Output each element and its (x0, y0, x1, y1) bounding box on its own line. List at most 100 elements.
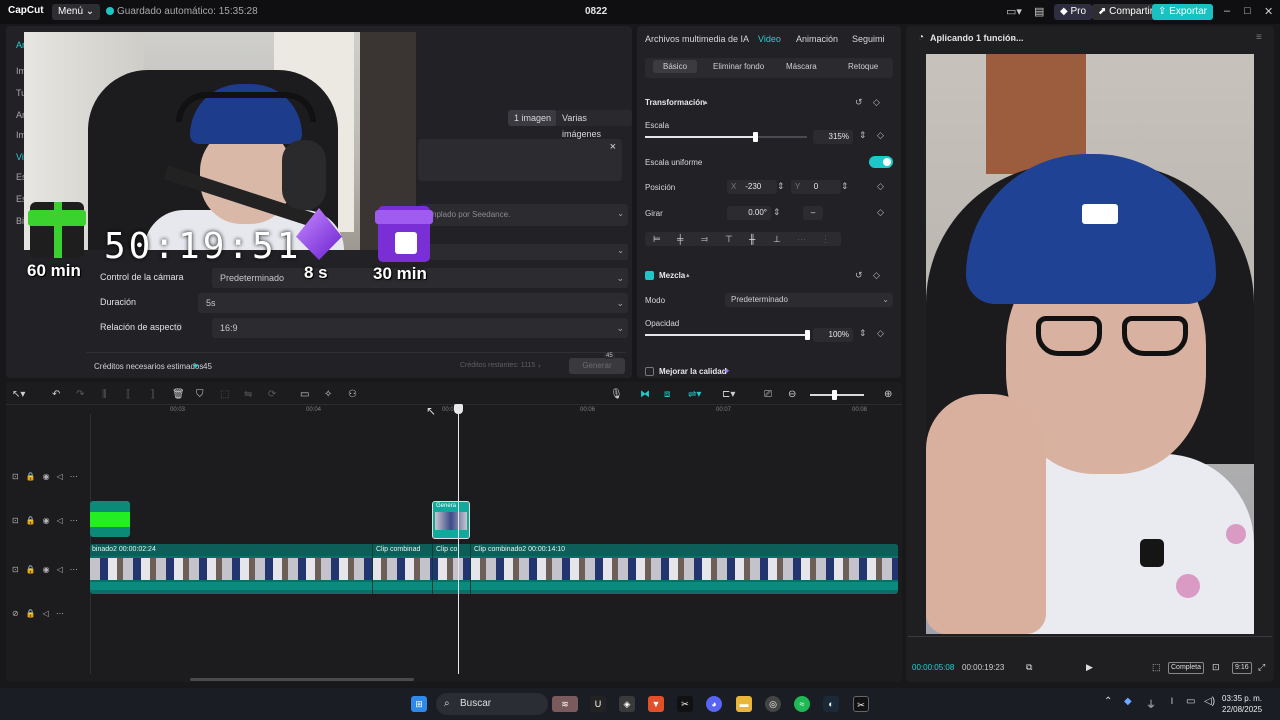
uniform-scale-toggle[interactable] (869, 156, 893, 168)
main-track-controls[interactable]: ⊡🔒◉◁⋯ (12, 565, 85, 574)
windows-start-icon[interactable]: ⊞ (411, 696, 427, 712)
pro-button[interactable]: ◆ Pro (1054, 4, 1093, 20)
record-voice-icon[interactable]: 🎙 (610, 389, 623, 400)
ratio-button[interactable]: 9:16 (1232, 662, 1252, 674)
track-2-controls[interactable]: ⊡🔒◉◁⋯ (12, 516, 85, 525)
stepper-icon[interactable]: ⇕ (773, 207, 781, 218)
flip-button[interactable]: – (803, 206, 823, 220)
position-x-input[interactable]: X -230 (727, 180, 777, 194)
rotate-icon[interactable]: ⟳ (268, 389, 276, 400)
tab-tracking[interactable]: Seguimi (852, 34, 885, 44)
main-track-magnet-icon[interactable]: ⧓ (640, 389, 650, 400)
align-right-icon[interactable]: ⫤ (701, 234, 708, 245)
prompt-input[interactable]: × (418, 139, 622, 181)
split-icon[interactable]: ⫼ (102, 389, 107, 400)
preview-progress[interactable] (908, 636, 1272, 637)
reset-icon[interactable]: ↺ (855, 270, 863, 281)
keyframe-icon[interactable]: ◇ (873, 270, 880, 281)
distribute-h-icon[interactable]: ⋯ (797, 234, 806, 245)
maximize-icon[interactable]: □ (1244, 5, 1251, 17)
stepper-icon[interactable]: ⇕ (841, 181, 849, 192)
playhead-handle[interactable] (454, 404, 463, 414)
capcut-active-icon[interactable]: ✂ (853, 696, 869, 712)
share-button[interactable]: ⬈ Compartir (1092, 4, 1160, 20)
transform-section[interactable]: Transformación (645, 98, 705, 107)
timeline-grid-icon[interactable]: ⧉ (1026, 662, 1032, 673)
chevron-up-icon[interactable]: ▴ (704, 98, 708, 106)
zoom-knob[interactable] (832, 390, 837, 400)
tab-ai-media[interactable]: Archivos multimedia de IA (645, 34, 749, 44)
brave-icon[interactable]: ▼ (648, 696, 664, 712)
ai-tools-icon[interactable]: ✧ (324, 389, 332, 400)
select-tool-icon[interactable]: ↖▾ (12, 389, 25, 400)
track-1-controls[interactable]: ⊡🔒◉◁⋯ (12, 472, 85, 481)
crop-icon[interactable]: ⬚ (220, 389, 229, 400)
blend-mode-select[interactable]: Predeterminado ⌄ (725, 293, 893, 307)
keyframe-icon[interactable]: ◇ (877, 181, 884, 192)
side-tab-5[interactable]: Vi (16, 152, 24, 162)
green-clip[interactable] (90, 501, 130, 537)
quality-button[interactable]: Completa (1168, 662, 1204, 674)
keyframe-icon[interactable]: ◇ (873, 97, 880, 108)
steam-icon[interactable]: ◐ (823, 696, 839, 712)
shield-icon[interactable]: ◆ (1124, 696, 1132, 707)
zoom-out-icon[interactable]: ⊖ (788, 389, 796, 400)
tab-video[interactable]: Video (758, 34, 781, 44)
main-video-track[interactable]: binado2 00:00:02:24 Clip combinad Clip c… (90, 544, 898, 594)
delete-icon[interactable]: 🗑 (172, 389, 185, 400)
zoom-in-icon[interactable]: ⊕ (884, 389, 892, 400)
taskbar-clock[interactable]: 03:35 p. m. 22/08/2025 (1222, 693, 1262, 715)
clear-prompt-icon[interactable]: × (610, 141, 616, 153)
close-window-icon[interactable]: ✕ (1264, 5, 1273, 18)
subtab-retouch[interactable]: Retoque (848, 62, 878, 71)
usb-icon[interactable]: ⏚ (1146, 696, 1156, 711)
video-preview[interactable] (926, 54, 1254, 634)
keyframe-icon[interactable]: ◇ (877, 207, 884, 218)
duration-select[interactable]: 5s ⌄ (198, 293, 628, 313)
network-icon[interactable]: ▭ (1186, 696, 1195, 707)
split-right-icon[interactable]: ⟧ (150, 389, 155, 400)
split-left-icon[interactable]: ⟦ (126, 389, 131, 400)
generate-button[interactable]: Generar (569, 358, 625, 374)
play-icon[interactable]: ▶ (1086, 662, 1093, 673)
folder-icon[interactable]: ▬ (736, 696, 752, 712)
auto-snap-icon[interactable]: ⧈ (664, 389, 670, 400)
preview-icon[interactable]: ⎚ (764, 389, 772, 400)
tab-animation[interactable]: Animación (796, 34, 838, 44)
caption-icon[interactable]: ▭ (300, 389, 309, 400)
capcut-icon[interactable]: ✂ (677, 696, 693, 712)
distribute-v-icon[interactable]: ⋮ (821, 234, 830, 245)
crop-icon[interactable]: ⬚ (1152, 662, 1161, 673)
audio-track-controls[interactable]: ⊘🔒◁⋯ (12, 609, 71, 618)
opacity-input[interactable]: 100% (813, 328, 853, 342)
marker-icon[interactable]: ⛉ (196, 389, 204, 400)
obs-icon[interactable]: ◎ (765, 696, 781, 712)
chevron-up-icon[interactable]: ▴ (686, 271, 690, 279)
zoom-slider[interactable] (810, 394, 864, 396)
align-left-icon[interactable]: ⊨ (653, 234, 661, 245)
menu-icon[interactable]: ≡ (1256, 32, 1262, 43)
preview-axis-icon[interactable]: ⊏▾ (722, 389, 735, 400)
redo-icon[interactable]: ↷ (76, 389, 84, 400)
stepper-icon[interactable]: ⇕ (859, 130, 867, 141)
model-select[interactable]: nplado por Seedance. ⌄ (418, 204, 628, 226)
playhead-line[interactable] (458, 406, 459, 674)
taskbar-search[interactable]: ⌕ Buscar (436, 693, 548, 715)
enhance-section[interactable]: Mejorar la calidad (659, 367, 727, 376)
chevron-down-icon[interactable]: ⌄ (1010, 33, 1017, 42)
unreal-icon[interactable]: U (590, 696, 606, 712)
extra-select[interactable]: ⌄ (418, 244, 628, 260)
blend-section[interactable]: Mezcla (659, 271, 685, 280)
shortcuts-icon[interactable]: ▤ (1034, 5, 1044, 18)
reset-icon[interactable]: ↺ (855, 97, 863, 108)
linkage-icon[interactable]: ⇌▾ (688, 389, 701, 400)
export-button[interactable]: ⇪ Exportar (1152, 4, 1213, 20)
subtab-basic[interactable]: Básico (653, 60, 698, 73)
opacity-knob[interactable] (805, 330, 810, 340)
scale-slider[interactable] (645, 132, 807, 142)
opacity-slider[interactable] (645, 330, 810, 340)
keyframe-icon[interactable]: ◇ (877, 130, 884, 141)
undo-icon[interactable]: ↶ (52, 389, 60, 400)
align-bottom-icon[interactable]: ⊥ (773, 234, 781, 245)
scale-input[interactable]: 315% (813, 130, 853, 144)
